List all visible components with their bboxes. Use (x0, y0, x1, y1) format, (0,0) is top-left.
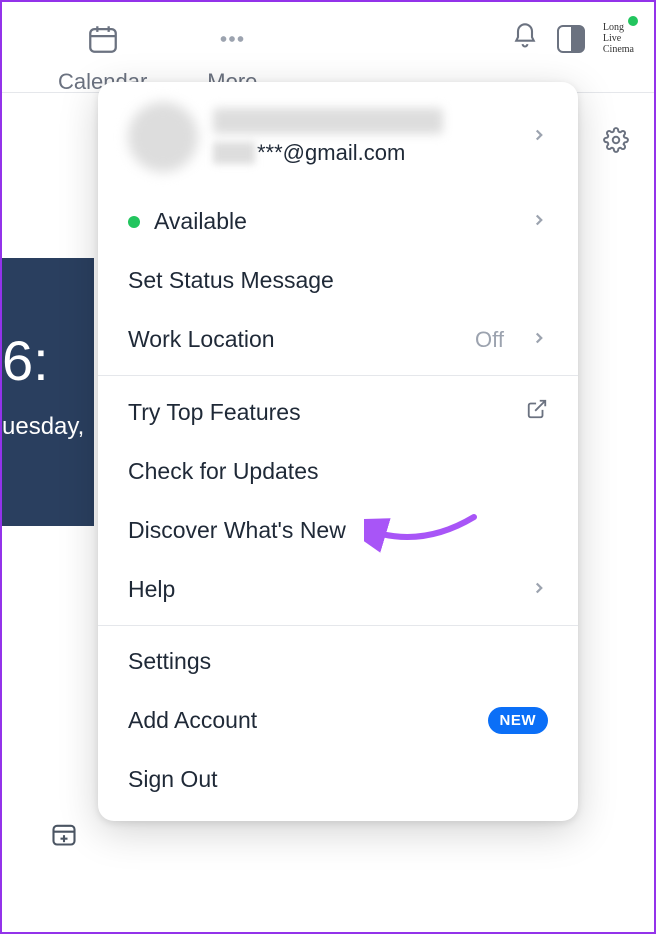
divider (98, 625, 578, 626)
profile-dropdown: ***@gmail.com Available Set Status Messa… (98, 82, 578, 821)
work-location-value: Off (475, 327, 504, 353)
add-calendar-icon[interactable] (50, 820, 78, 853)
more-icon (215, 22, 249, 61)
profile-info: ***@gmail.com (213, 108, 515, 166)
menu-label: Settings (128, 648, 548, 675)
chevron-right-icon (530, 126, 548, 149)
menu-label: Help (128, 576, 516, 603)
divider (98, 375, 578, 376)
add-account-item[interactable]: Add Account NEW (98, 691, 578, 750)
sign-out-item[interactable]: Sign Out (98, 750, 578, 821)
set-status-message-item[interactable]: Set Status Message (98, 251, 578, 310)
panel-toggle-icon[interactable] (557, 25, 585, 53)
status-available-item[interactable]: Available (98, 192, 578, 251)
bell-icon[interactable] (511, 22, 539, 55)
chevron-right-icon (530, 326, 548, 353)
profile-section[interactable]: ***@gmail.com (98, 82, 578, 192)
help-item[interactable]: Help (98, 560, 578, 619)
settings-item[interactable]: Settings (98, 632, 578, 691)
menu-label: Set Status Message (128, 267, 548, 294)
gear-icon[interactable] (603, 127, 629, 158)
discover-whats-new-item[interactable]: Discover What's New (98, 501, 578, 560)
chevron-right-icon (530, 576, 548, 603)
menu-label: Try Top Features (128, 399, 512, 426)
check-for-updates-item[interactable]: Check for Updates (98, 442, 578, 501)
menu-label: Check for Updates (128, 458, 548, 485)
work-location-item[interactable]: Work Location Off (98, 310, 578, 369)
try-top-features-item[interactable]: Try Top Features (98, 382, 578, 442)
menu-label: Add Account (128, 707, 474, 734)
menu-label: Discover What's New (128, 517, 548, 544)
external-link-icon (526, 398, 548, 426)
clock-time: 6: (2, 328, 94, 393)
presence-dot-icon (628, 16, 638, 26)
menu-label: Sign Out (128, 766, 548, 793)
new-badge: NEW (488, 707, 549, 734)
profile-email: ***@gmail.com (213, 140, 515, 166)
menu-label: Available (154, 208, 516, 235)
top-right-controls: Long Live Cinema (511, 22, 634, 55)
avatar (128, 102, 198, 172)
email-prefix-redacted (213, 142, 255, 164)
clock-day: uesday, (2, 413, 94, 441)
account-logo[interactable]: Long Live Cinema (603, 22, 634, 55)
status-dot-icon (128, 216, 140, 228)
chevron-right-icon (530, 208, 548, 235)
menu-label: Work Location (128, 326, 461, 353)
calendar-background: 6: uesday, (2, 258, 94, 526)
calendar-icon (86, 22, 120, 61)
profile-name-redacted (213, 108, 443, 134)
